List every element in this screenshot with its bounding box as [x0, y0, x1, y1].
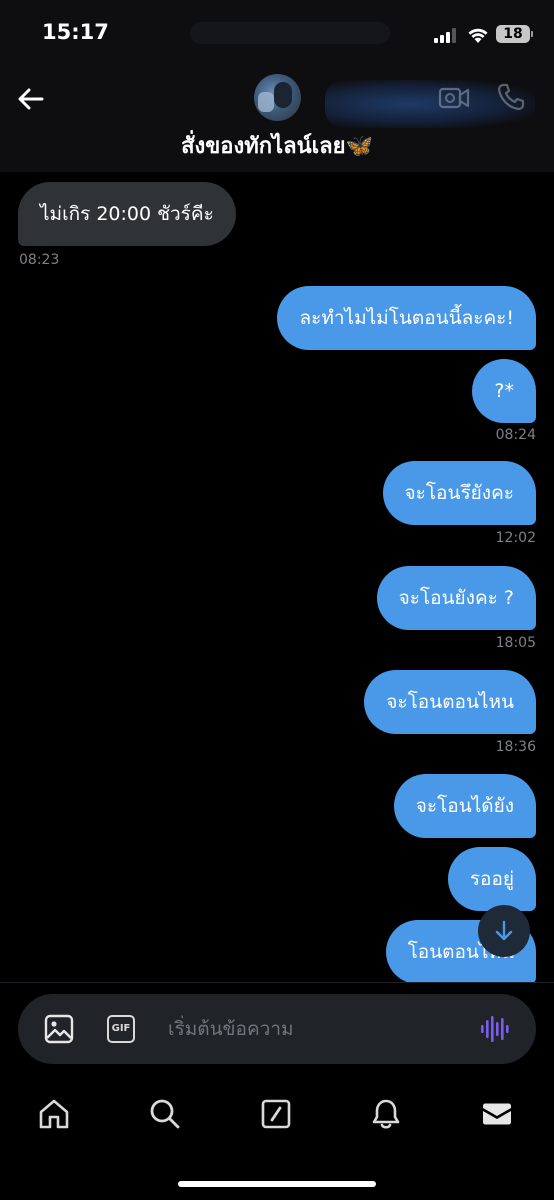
- message-composer: GIF: [18, 994, 536, 1064]
- outgoing-message-bubble[interactable]: รออยู่: [447, 847, 536, 911]
- phone-icon[interactable]: [496, 82, 526, 112]
- outgoing-message-bubble[interactable]: จะโอนรึยังคะ: [382, 461, 536, 525]
- bell-icon: [372, 1099, 400, 1129]
- message-input[interactable]: [168, 994, 468, 1064]
- nav-messages[interactable]: [477, 1094, 517, 1134]
- arrow-down-icon: [495, 920, 513, 941]
- message-timestamp: 18:05: [495, 635, 536, 651]
- nav-compose[interactable]: [256, 1094, 296, 1134]
- conversation-header: สั่งของทักไลน์เลย🦋: [0, 70, 554, 172]
- arrow-left-icon[interactable]: [14, 82, 48, 116]
- status-bar: 15:17 18: [0, 0, 554, 70]
- composer-divider: [0, 982, 554, 983]
- home-icon: [39, 1099, 69, 1129]
- nav-notifications[interactable]: [366, 1094, 406, 1134]
- message-list[interactable]: ไม่เกิร 20:00 ชัวร์คีะ 08:23 ละทำไมไม่โน…: [0, 172, 554, 982]
- cellular-signal-icon: [434, 27, 460, 43]
- compose-icon: [261, 1099, 291, 1129]
- nav-search[interactable]: [145, 1094, 185, 1134]
- outgoing-message-bubble[interactable]: จะโอนตอนไหน: [364, 670, 536, 734]
- outgoing-message-bubble[interactable]: จะโอนยังคะ ?: [376, 566, 536, 630]
- message-timestamp: 08:24: [495, 427, 536, 443]
- video-camera-icon[interactable]: [438, 84, 470, 112]
- gif-button[interactable]: GIF: [107, 1015, 135, 1043]
- battery-tip: [531, 31, 533, 37]
- wifi-icon: [468, 28, 488, 43]
- status-blurred-area: [190, 22, 390, 44]
- outgoing-message-bubble[interactable]: จะโอนได้ยัง: [393, 774, 536, 838]
- message-timestamp: 18:36: [495, 739, 536, 755]
- search-icon: [150, 1099, 180, 1129]
- dm-screen: 15:17 18 สั่งของทักไลน์เลย🦋 ไม่เกิร 20:0…: [0, 0, 554, 1200]
- image-icon[interactable]: [44, 1014, 74, 1044]
- conversation-title[interactable]: สั่งของทักไลน์เลย🦋: [0, 128, 554, 163]
- message-timestamp: 08:23: [19, 252, 60, 268]
- scroll-to-bottom-button[interactable]: [478, 905, 530, 957]
- envelope-icon: [483, 1103, 511, 1125]
- incoming-message-bubble[interactable]: ไม่เกิร 20:00 ชัวร์คีะ: [18, 182, 236, 246]
- message-timestamp: 12:02: [495, 530, 536, 546]
- outgoing-message-bubble[interactable]: ละทำไมไม่โนตอนนี้ละคะ!: [277, 286, 536, 350]
- status-time: 15:17: [42, 20, 109, 44]
- avatar[interactable]: [254, 74, 301, 121]
- outgoing-message-bubble[interactable]: ?*: [472, 359, 536, 423]
- voice-waveform-icon[interactable]: [480, 1014, 510, 1044]
- battery-level: 18: [496, 25, 530, 43]
- home-indicator: [178, 1181, 376, 1187]
- nav-home[interactable]: [34, 1094, 74, 1134]
